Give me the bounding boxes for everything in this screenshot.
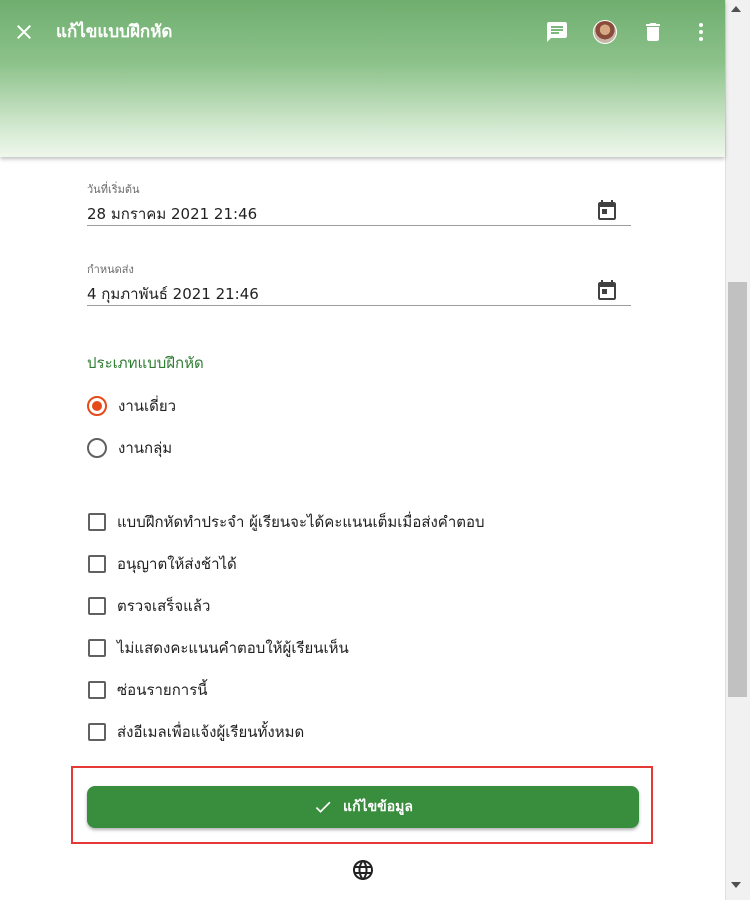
checkbox-row-hide-score[interactable]: ไม่แสดงคะแนนคำตอบให้ผู้เรียนเห็น	[88, 636, 349, 660]
checkbox-label: แบบฝึกหัดทำประจำ ผู้เรียนจะได้คะแนนเต็มเ…	[117, 513, 485, 531]
checkbox[interactable]	[88, 723, 106, 741]
checkbox-row-email[interactable]: ส่งอีเมลเพื่อแจ้งผู้เรียนทั้งหมด	[88, 720, 304, 744]
due-date-label: กำหนดส่ง	[87, 263, 134, 276]
due-date-value[interactable]: 4 กุมภาพันธ์ 2021 21:46	[87, 282, 259, 306]
checkbox-label: ส่งอีเมลเพื่อแจ้งผู้เรียนทั้งหมด	[117, 723, 305, 741]
comment-icon[interactable]	[545, 20, 569, 44]
checkbox[interactable]	[88, 639, 106, 657]
more-vert-icon[interactable]	[689, 20, 713, 44]
save-button-label: แก้ไขข้อมูล	[343, 799, 413, 815]
checkbox[interactable]	[88, 681, 106, 699]
start-date-label: วันที่เริ่มต้น	[87, 183, 140, 196]
checkbox-label: ซ่อนรายการนี้	[117, 681, 208, 699]
calendar-icon[interactable]	[595, 198, 619, 222]
checkbox-row-hide-item[interactable]: ซ่อนรายการนี้	[88, 678, 208, 702]
checkbox-row-graded[interactable]: ตรวจเสร็จแล้ว	[88, 594, 210, 618]
radio-label: งานเดี่ยว	[118, 397, 177, 415]
checkbox[interactable]	[88, 513, 106, 531]
close-icon[interactable]	[12, 20, 36, 44]
delete-icon[interactable]	[641, 20, 665, 44]
save-button[interactable]: แก้ไขข้อมูล	[87, 786, 639, 828]
checkbox[interactable]	[88, 555, 106, 573]
exercise-type-title: ประเภทแบบฝึกหัด	[87, 354, 204, 372]
checkbox[interactable]	[88, 597, 106, 615]
radio-individual[interactable]: งานเดี่ยว	[87, 394, 176, 418]
due-date-field[interactable]: กำหนดส่ง 4 กุมภาพันธ์ 2021 21:46	[87, 260, 631, 306]
radio-button-selected[interactable]	[87, 396, 107, 416]
checkbox-row-routine[interactable]: แบบฝึกหัดทำประจำ ผู้เรียนจะได้คะแนนเต็มเ…	[88, 510, 485, 534]
start-date-field[interactable]: วันที่เริ่มต้น 28 มกราคม 2021 21:46	[87, 180, 631, 226]
page-title: แก้ไขแบบฝึกหัด	[56, 22, 173, 42]
scrollbar-thumb[interactable]	[728, 282, 747, 697]
scroll-down-arrow-icon[interactable]	[731, 882, 741, 888]
start-date-value[interactable]: 28 มกราคม 2021 21:46	[87, 202, 257, 226]
check-icon	[315, 801, 331, 813]
checkbox-row-allow-late[interactable]: อนุญาตให้ส่งช้าได้	[88, 552, 237, 576]
radio-label: งานกลุ่ม	[118, 439, 173, 457]
checkbox-label: ตรวจเสร็จแล้ว	[117, 597, 211, 615]
app-bar: แก้ไขแบบฝึกหัด	[0, 0, 725, 157]
scroll-up-arrow-icon[interactable]	[731, 6, 741, 12]
radio-group[interactable]: งานกลุ่ม	[87, 436, 172, 460]
checkbox-label: ไม่แสดงคะแนนคำตอบให้ผู้เรียนเห็น	[117, 639, 349, 657]
radio-button[interactable]	[87, 438, 107, 458]
calendar-icon[interactable]	[595, 278, 619, 302]
globe-icon[interactable]	[351, 858, 375, 882]
avatar[interactable]	[593, 20, 617, 44]
checkbox-label: อนุญาตให้ส่งช้าได้	[117, 555, 237, 573]
